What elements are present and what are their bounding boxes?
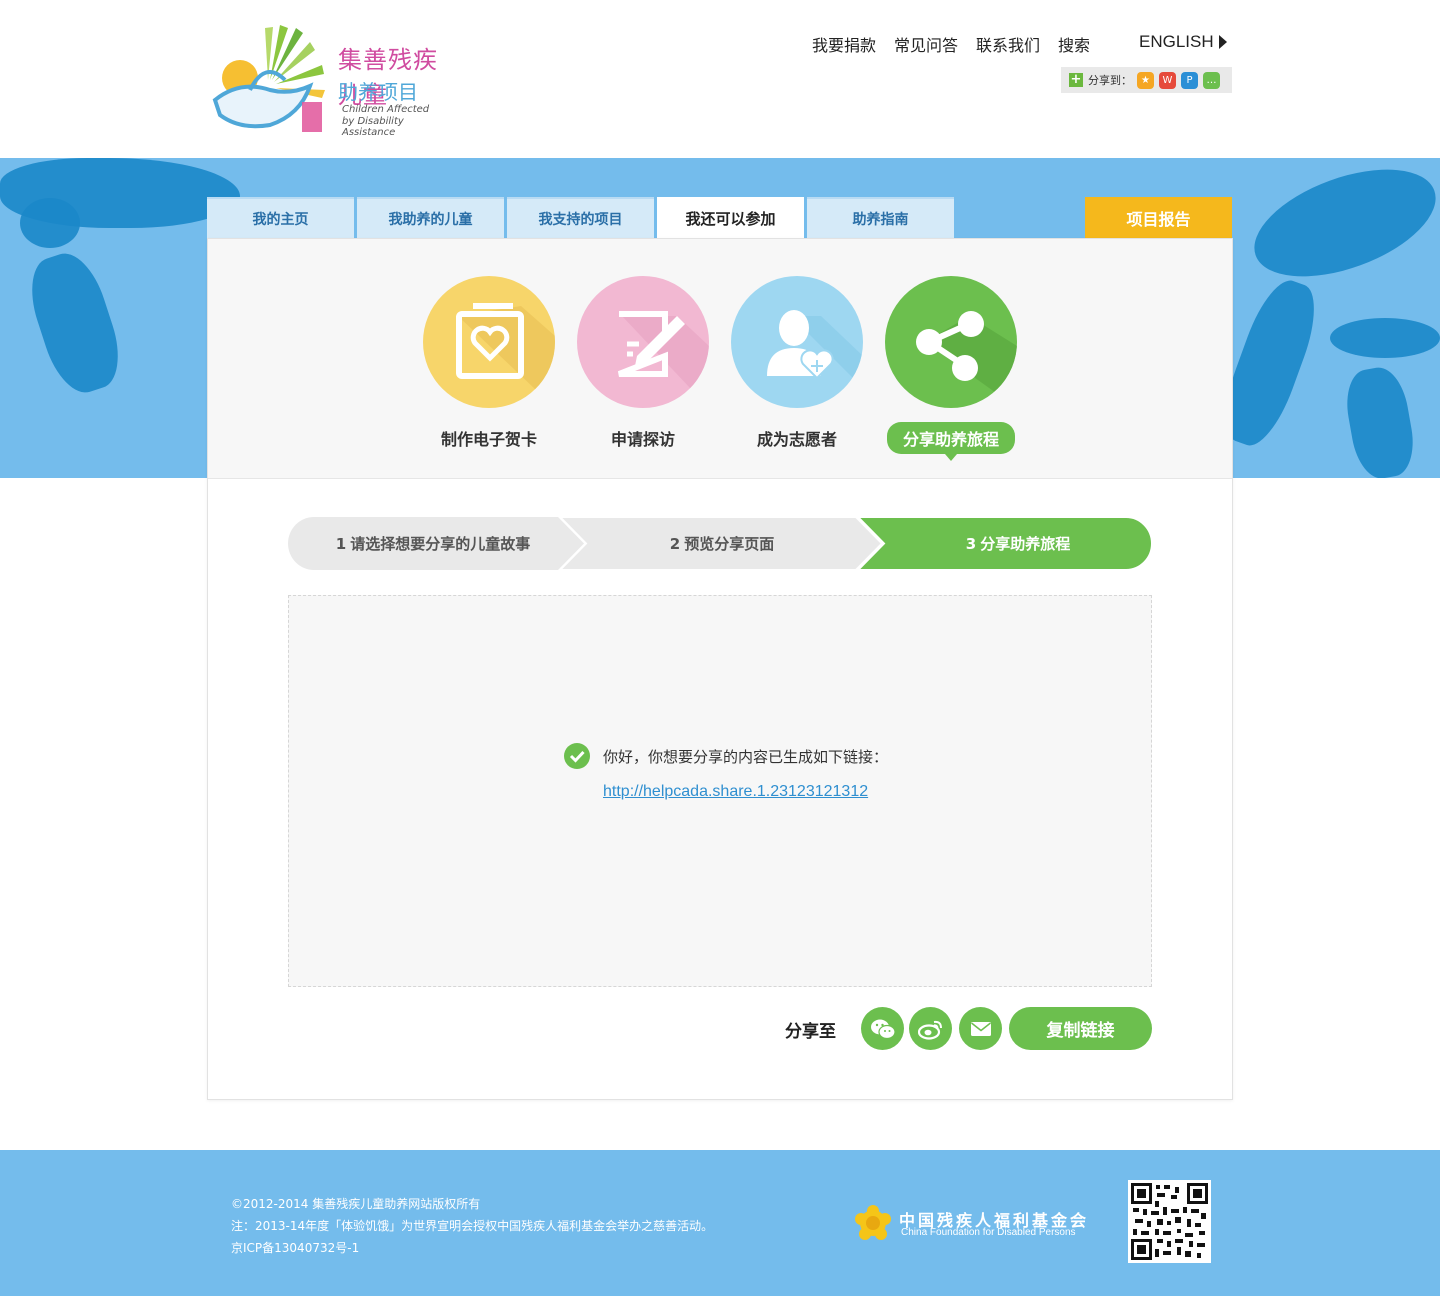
arrow-right-icon (1218, 35, 1227, 49)
weibo-icon (917, 1020, 942, 1040)
footer-copyright: ©2012-2014 集善残疾儿童助养网站版权所有 (231, 1197, 481, 1211)
edit-form-icon (617, 311, 709, 408)
tab-guide[interactable]: 助养指南 (807, 197, 954, 238)
share-link[interactable]: http://helpcada.share.1.23123121312 (603, 783, 868, 801)
volunteer-icon (767, 310, 863, 388)
nav-search[interactable]: 搜索 (1058, 32, 1090, 56)
feature-ecard-circle (423, 276, 555, 408)
feature-visit[interactable]: 申请探访 (577, 276, 709, 450)
site-footer (0, 1150, 1440, 1296)
share-email-button[interactable] (959, 1007, 1002, 1050)
decor-brush (1330, 318, 1440, 358)
language-switch[interactable]: ENGLISH (1139, 32, 1227, 52)
footer-note: 注：2013-14年度「体验饥饿」为世界宣明会授权中国残疾人福利基金会举办之慈善… (231, 1219, 714, 1233)
tab-project-report[interactable]: 项目报告 (1085, 197, 1232, 238)
decor-brush (20, 198, 80, 248)
logo-bird-icon (212, 25, 325, 132)
step-2-label: 预览分享页面 (684, 535, 775, 553)
tencent-icon[interactable]: P (1181, 71, 1198, 89)
nav-donate[interactable]: 我要捐款 (812, 32, 876, 56)
qzone-icon[interactable]: ★ (1137, 71, 1154, 89)
language-label: ENGLISH (1139, 32, 1214, 51)
site-header: 集善残疾儿童 助养项目 Children Affected by Disabil… (0, 0, 1440, 158)
feature-visit-label: 申请探访 (610, 430, 675, 449)
feature-share[interactable]: 分享助养旅程 (885, 276, 1017, 461)
tab-my-children[interactable]: 我助养的儿童 (357, 197, 504, 238)
result-message: 你好，你想要分享的内容已生成如下链接： (603, 748, 889, 766)
top-nav: 我要捐款 常见问答 联系我们 搜索 (812, 32, 1090, 56)
logo-title-en-1: Children Affected (342, 104, 430, 115)
step-1-number: 1 (335, 534, 347, 553)
foundation-logo[interactable]: 中国残疾人福利基金会 China Foundation for Disabled… (853, 1203, 1093, 1243)
check-icon (564, 743, 590, 769)
tab-my-home[interactable]: 我的主页 (207, 197, 354, 238)
feature-panel (208, 239, 1232, 479)
decor-brush (1340, 363, 1420, 478)
site-logo[interactable]: 集善残疾儿童 助养项目 Children Affected by Disabil… (210, 20, 460, 140)
share-steps: 1 请选择想要分享的儿童故事 2 预览分享页面 3 分享助养旅程 (288, 517, 1152, 570)
qr-code (1128, 1180, 1211, 1263)
step-3-number: 3 (965, 534, 977, 553)
qr-code-icon (1131, 1183, 1208, 1260)
weibo-small-icon[interactable]: W (1159, 71, 1176, 89)
share-bar-label: 分享到： (1088, 74, 1132, 87)
feature-volunteer[interactable]: 成为志愿者 (731, 276, 863, 450)
step-1-label: 请选择想要分享的儿童故事 (350, 535, 531, 553)
decor-brush (1240, 158, 1440, 298)
wechat-small-icon[interactable]: … (1203, 71, 1220, 89)
share-bar: + 分享到： ★ W P … (1061, 67, 1232, 93)
copy-link-button[interactable]: 复制链接 (1009, 1007, 1152, 1050)
tab-supported-projects[interactable]: 我支持的项目 (507, 197, 654, 238)
feature-volunteer-label: 成为志愿者 (756, 430, 837, 449)
step-2[interactable]: 2 预览分享页面 (588, 517, 856, 570)
step-3[interactable]: 3 分享助养旅程 (888, 517, 1148, 570)
logo-title-en-2: by Disability Assistance (342, 116, 404, 138)
feature-share-label: 分享助养旅程 (886, 422, 1015, 461)
feature-visit-circle (577, 276, 709, 408)
card-heart-icon (456, 303, 555, 408)
feature-share-circle (885, 276, 1017, 408)
share-icon (916, 311, 1017, 408)
main-tabs: 我的主页 我助养的儿童 我支持的项目 我还可以参加 助养指南 (207, 197, 954, 238)
nav-contact[interactable]: 联系我们 (976, 32, 1040, 56)
foundation-emblem-icon (855, 1205, 891, 1240)
feature-ecard[interactable]: 制作电子贺卡 (423, 276, 555, 450)
plus-icon[interactable]: + (1069, 73, 1083, 87)
share-to-label: 分享至 (785, 1022, 836, 1042)
foundation-name-en: China Foundation for Disabled Persons (901, 1227, 1076, 1238)
wechat-icon (870, 1019, 896, 1039)
share-weibo-button[interactable] (909, 1007, 952, 1050)
step-2-number: 2 (669, 534, 681, 553)
logo-subtitle-cn: 助养项目 (338, 80, 418, 104)
tab-can-join[interactable]: 我还可以参加 (657, 197, 804, 238)
email-icon (970, 1021, 991, 1036)
feature-volunteer-circle (731, 276, 863, 408)
footer-icp[interactable]: 京ICP备13040732号-1 (231, 1239, 359, 1256)
step-3-label: 分享助养旅程 (980, 535, 1071, 553)
feature-ecard-label: 制作电子贺卡 (440, 430, 537, 449)
nav-faq[interactable]: 常见问答 (894, 32, 958, 56)
share-wechat-button[interactable] (861, 1007, 904, 1050)
decor-brush (20, 245, 130, 401)
step-1[interactable]: 1 请选择想要分享的儿童故事 (308, 517, 558, 570)
